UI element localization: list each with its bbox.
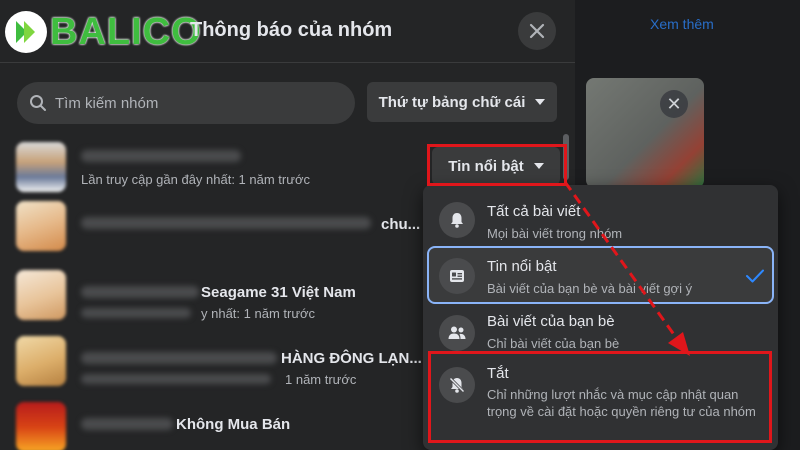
blurred-group-name xyxy=(81,418,173,430)
logo-text: BALICO xyxy=(50,10,202,53)
scrollbar-thumb[interactable] xyxy=(563,134,569,180)
group-name: Không Mua Bán xyxy=(176,416,291,433)
search-input[interactable] xyxy=(55,94,335,112)
blurred-group-name xyxy=(81,286,199,298)
option-title: Tin nổi bật xyxy=(487,258,557,275)
option-off[interactable]: Tắt Chỉ những lượt nhắc và mục cập nhật … xyxy=(427,355,774,441)
sort-label: Thứ tự bảng chữ cái xyxy=(378,93,526,111)
group-thumbnail xyxy=(16,336,66,386)
group-row[interactable]: Seagame 31 Việt Nam y nhất: 1 năm trước xyxy=(13,266,443,324)
option-description: Bài viết của bạn bè và bài viết gợi ý xyxy=(487,281,693,296)
group-thumbnail xyxy=(16,270,66,320)
caret-down-icon xyxy=(533,163,544,169)
group-thumbnail xyxy=(16,201,66,251)
group-row[interactable]: Không Mua Bán xyxy=(13,398,443,450)
notification-options-menu: Tất cả bài viết Mọi bài viết trong nhóm … xyxy=(423,185,778,450)
group-name: Seagame 31 Việt Nam xyxy=(201,284,356,301)
header-divider xyxy=(0,62,575,63)
group-last-visit: 1 năm trước xyxy=(285,372,357,387)
see-more-link[interactable]: Xem thêm xyxy=(650,16,714,32)
friends-icon xyxy=(439,315,475,351)
option-title: Bài viết của bạn bè xyxy=(487,313,615,330)
checkmark-icon xyxy=(746,269,764,283)
news-feed-icon xyxy=(439,258,475,294)
search-box[interactable] xyxy=(17,82,355,124)
bell-off-icon xyxy=(439,367,475,403)
group-thumbnail xyxy=(16,142,66,192)
group-name: HÀNG ĐÔNG LẠN... xyxy=(281,350,422,367)
option-title: Tất cả bài viết xyxy=(487,203,581,220)
background-card-image xyxy=(586,78,704,188)
option-title: Tắt xyxy=(487,365,509,382)
blurred-subtitle xyxy=(81,374,271,384)
group-thumbnail xyxy=(16,402,66,450)
option-friends-posts[interactable]: Bài viết của bạn bè Chỉ bài viết của bạn… xyxy=(427,307,774,359)
search-icon xyxy=(30,95,46,111)
option-description: Mọi bài viết trong nhóm xyxy=(487,226,623,241)
close-button[interactable] xyxy=(518,12,556,50)
group-last-visit: y nhất: 1 năm trước xyxy=(201,306,316,321)
blurred-group-name xyxy=(81,150,241,162)
group-row[interactable]: chu... xyxy=(13,197,443,255)
group-row[interactable]: Lần truy cập gần đây nhất: 1 năm trước xyxy=(13,138,443,196)
background-close-icon: ✕ xyxy=(660,90,688,118)
option-description: Chỉ bài viết của bạn bè xyxy=(487,336,620,351)
blurred-group-name xyxy=(81,352,277,364)
setting-label: Tin nổi bật xyxy=(448,157,524,175)
close-icon xyxy=(529,23,545,39)
balico-logo-icon xyxy=(5,11,47,53)
caret-down-icon xyxy=(535,99,546,105)
bell-icon xyxy=(439,202,475,238)
group-name: chu... xyxy=(381,216,421,233)
option-description: Chỉ những lượt nhắc và mục cập nhật quan… xyxy=(487,387,756,419)
sort-dropdown-button[interactable]: Thứ tự bảng chữ cái xyxy=(367,82,557,122)
blurred-subtitle xyxy=(81,308,191,318)
option-top-posts[interactable]: Tin nổi bật Bài viết của bạn bè và bài v… xyxy=(427,246,774,304)
dialog-title: Thông báo của nhóm xyxy=(190,19,393,41)
balico-logo: BALICO xyxy=(0,10,205,54)
option-all-posts[interactable]: Tất cả bài viết Mọi bài viết trong nhóm xyxy=(427,193,774,247)
group-row[interactable]: HÀNG ĐÔNG LẠN... 1 năm trước xyxy=(13,332,443,390)
group-notification-setting-button[interactable]: Tin nổi bật xyxy=(432,147,560,185)
group-last-visit: Lần truy cập gần đây nhất: 1 năm trước xyxy=(81,172,310,187)
blurred-group-name xyxy=(81,217,371,229)
